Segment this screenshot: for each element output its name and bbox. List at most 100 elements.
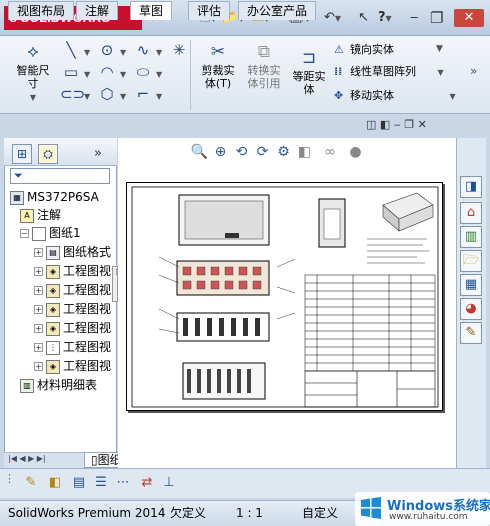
tree-item-drawing-view[interactable]: + ⋮ 工程图视 [34,338,116,357]
tree-item-label: 工程图视 [63,321,112,335]
tree-item-drawing-view[interactable]: + ◈ 工程图视 [34,262,116,281]
tree-item-drawing-view[interactable]: + ◈ 工程图视 [34,319,116,338]
drawing-view-icon: ◈ [46,264,60,279]
home-icon[interactable]: ⌂ [460,202,482,224]
design-library-icon[interactable]: ▥ [460,226,482,248]
flip-icon[interactable]: ⇄ [138,474,156,492]
expand-icon[interactable]: + [34,343,43,352]
windows-logo-icon [359,496,383,520]
tree-item-drawing-view[interactable]: + ◈ 工程图视 [34,281,116,300]
expand-icon[interactable]: + [34,305,43,314]
undo-icon[interactable]: ↶▼ [324,9,341,27]
convert-entities-button[interactable]: ⧉ 转换实 体引用 [242,42,286,90]
line-weight-icon[interactable]: ☰ [92,474,110,492]
tree-root[interactable]: ▦ MS372P6SA [10,188,99,207]
chevron-down-icon[interactable]: ▼ [156,92,162,101]
tree-item-bom[interactable]: ▥ 材料明细表 [20,376,116,395]
circle-icon[interactable]: ⊙ [96,40,118,60]
trim-entities-button[interactable]: ✂ 剪裁实 体(T) [196,42,240,90]
display-style-icon[interactable]: ◧ [295,142,314,162]
tree-item-annotation[interactable]: A 注解 [20,206,61,225]
window-minimize-icon[interactable]: ‒ [410,9,418,27]
polygon-icon[interactable]: ⬡ [96,84,118,104]
chevron-down-icon[interactable]: ▼ [84,48,90,57]
line-style-icon[interactable]: ⋯ [114,474,132,492]
status-app-name: SolidWorks Premium 2014 [8,506,166,520]
spline-icon[interactable]: ∿ [132,40,154,60]
align-icon[interactable]: ⊥ [160,474,178,492]
watermark-url: www.ruhaitu.com [389,512,468,522]
tree-item-sheet[interactable]: − 图纸1 [20,224,81,243]
custom-properties-icon[interactable]: ✎ [460,322,482,344]
file-explorer-icon[interactable]: 🗁 [460,250,482,272]
rotate-view-icon[interactable]: ⟳ [253,142,272,162]
chevron-down-icon[interactable]: ▼ [120,48,126,57]
ribbon-separator [190,40,191,110]
tab-evaluate[interactable]: 评估 [188,1,231,20]
sheet-nav-arrows[interactable]: |◀ ◀ ▶ ▶| [8,454,46,463]
expand-icon[interactable]: + [34,362,43,371]
status-scale[interactable]: 1 : 1 [236,502,263,524]
tab-label: 注解 [85,4,110,18]
move-entities-button[interactable]: ✥ 移动实体 ▼ [334,86,456,106]
block-icon[interactable]: ◧ [46,474,64,492]
rectangle-icon[interactable]: ▭ [60,62,82,82]
filter-field[interactable]: ⏷ [10,168,110,184]
status-units[interactable]: 自定义 [302,502,338,524]
hide-show-icon[interactable]: ∞ [316,142,344,162]
previous-view-icon[interactable]: ⟲ [232,142,251,162]
appearance-icon[interactable]: ● [346,142,365,162]
tab-office-products[interactable]: 办公室产品 [238,1,317,20]
ellipse-icon[interactable]: ⬭ [132,62,154,82]
expand-panel-icon[interactable]: » [94,146,102,161]
zoom-to-area-icon[interactable]: ⊕ [211,142,230,162]
expand-icon[interactable]: + [34,267,43,276]
arc-icon[interactable]: ◠ [96,62,118,82]
property-manager-tab-icon[interactable]: ⛭ [38,144,58,164]
line-icon[interactable]: ╲ [60,40,82,60]
solidworks-resources-icon[interactable]: ◨ [460,176,482,198]
chevron-down-icon[interactable]: ▼ [120,92,126,101]
tree-item-drawing-view[interactable]: + ◈ 工程图视 [34,300,116,319]
chevron-down-icon[interactable]: ▼ [156,48,162,57]
chevron-down-icon[interactable]: ▼ [120,70,126,79]
appearances-icon[interactable]: ◕ [460,298,482,320]
window-close-icon[interactable]: ✕ [454,9,484,27]
smart-dimension-button[interactable]: ⟡ 智能尺 寸 ▼ [10,42,56,104]
pointer-icon[interactable]: ↖ [358,9,369,27]
feature-tree-tab-icon[interactable]: ⊞ [12,144,32,164]
help-icon[interactable]: ?▼ [378,9,392,27]
chevron-down-icon[interactable]: ▼ [436,44,443,54]
doc-window-controls[interactable]: ◫ ◧ ‒ ❐ ✕ [366,118,427,131]
linear-pattern-button[interactable]: ⁞⁞ 线性草图阵列 ▼ [334,62,444,82]
window-restore-icon[interactable]: ❐ [430,9,443,27]
tree-item-sheet-format[interactable]: + ▤ 图纸格式 [34,243,116,262]
filter-icon: ⏷ [14,169,23,182]
fillet-icon[interactable]: ⌐ [132,84,154,104]
view-palette-icon[interactable]: ▦ [460,274,482,296]
chevron-down-icon[interactable]: ▼ [84,92,90,101]
tab-annotation[interactable]: 注解 [76,1,119,20]
collapse-icon[interactable]: − [20,229,29,238]
offset-entities-button[interactable]: ⊐ 等距实 体 [288,48,330,96]
mirror-entities-button[interactable]: ⚠ 镜向实体 [334,40,394,60]
tab-label: 评估 [197,4,222,18]
tab-sketch[interactable]: 草图 [130,1,173,20]
view-settings-icon[interactable]: ⚙ [274,142,293,162]
chevron-down-icon[interactable]: ▼ [84,70,90,79]
tree-item-drawing-view[interactable]: + ◈ 工程图视 [34,357,116,376]
drawing-sheet[interactable] [126,182,443,411]
expand-icon[interactable]: + [34,286,43,295]
note-icon[interactable]: ✎ [22,474,40,492]
point-icon[interactable]: ✳ [168,40,190,60]
smart-dimension-icon: ⟡ [27,42,39,62]
tab-view-layout[interactable]: 视图布局 [8,1,75,20]
layer-icon[interactable]: ▤ [70,474,88,492]
chevron-down-icon[interactable]: ▼ [156,70,162,79]
ribbon-overflow-icon[interactable]: » [470,64,477,78]
slot-icon[interactable]: ⊂⊃ [60,84,85,104]
expand-icon[interactable]: + [34,248,43,257]
expand-icon[interactable]: + [34,324,43,333]
zoom-to-fit-icon[interactable]: 🔍 [190,142,209,162]
drawing-view-icon: ◈ [46,283,60,298]
